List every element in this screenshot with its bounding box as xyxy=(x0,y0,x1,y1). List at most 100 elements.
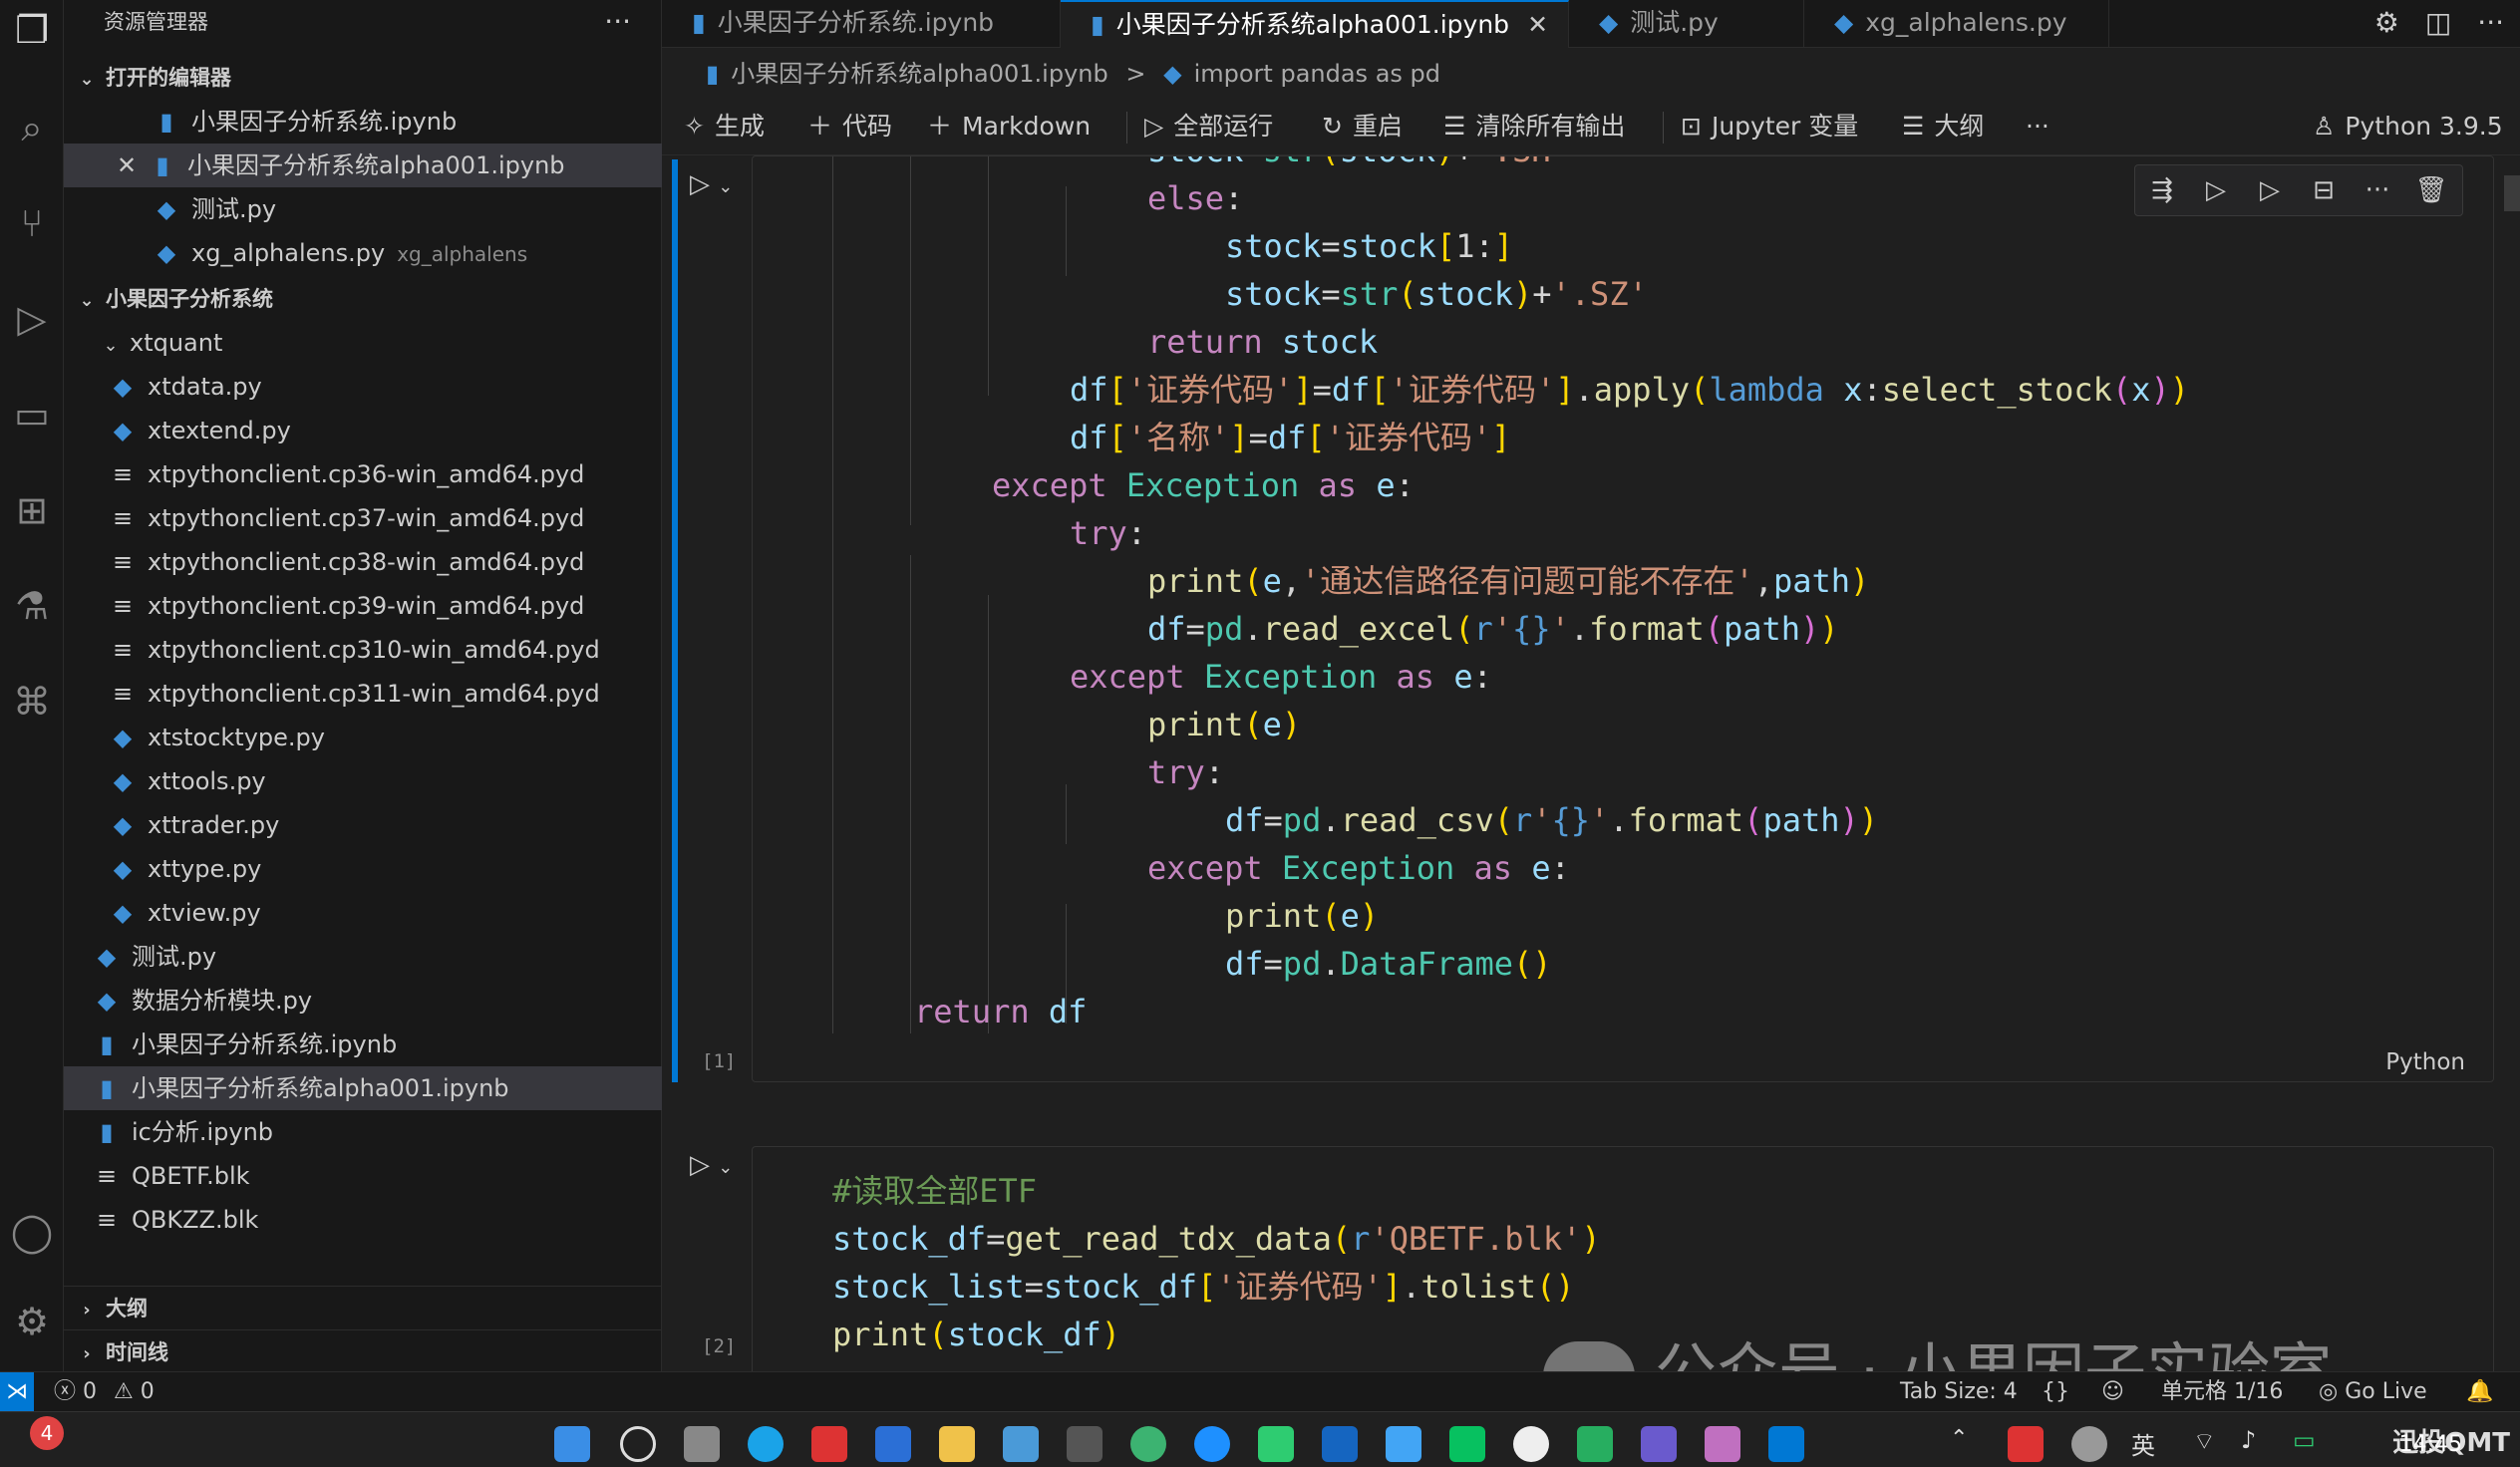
add-markdown-button[interactable]: ＋ Markdown xyxy=(927,100,1091,153)
cell-indicator[interactable]: 单元格 1/16 xyxy=(2161,1372,2283,1412)
breadcrumb-symbol[interactable]: import pandas as pd xyxy=(1194,60,1440,88)
tree-item[interactable]: ◆ xtview.py xyxy=(64,891,662,935)
store-icon[interactable] xyxy=(1003,1426,1039,1462)
search-icon[interactable]: ⌕ xyxy=(0,98,64,157)
tree-item[interactable]: ◆ xtextend.py xyxy=(64,409,662,452)
tab-notebook-alpha001[interactable]: ▮ 小果因子分析系统alpha001.ipynb ✕ xyxy=(1061,0,1569,48)
open-editors-section[interactable]: ⌄ 打开的编辑器 xyxy=(64,56,662,100)
battery-icon[interactable]: ▭ xyxy=(2293,1426,2329,1462)
jupyter-variables-button[interactable]: ⊡ Jupyter 变量 xyxy=(1681,100,1858,153)
open-editor-item-active[interactable]: ✕ ▮ 小果因子分析系统alpha001.ipynb xyxy=(64,144,662,187)
timeline-section[interactable]: › 时间线 xyxy=(64,1329,662,1373)
tab-notebook[interactable]: ▮ 小果因子分析系统.ipynb xyxy=(662,0,1061,48)
tree-item[interactable]: ≡ xtpythonclient.cp39-win_amd64.pyd xyxy=(64,584,662,628)
explorer-icon[interactable]: ❐ xyxy=(0,0,64,60)
remote-explorer-icon[interactable]: ▭ xyxy=(0,385,64,444)
project-section[interactable]: ⌄ 小果因子分析系统 xyxy=(64,277,662,321)
tray-app-icon[interactable] xyxy=(2071,1426,2107,1462)
kernel-picker[interactable]: ♙ Python 3.9.5 xyxy=(2313,100,2503,153)
split-editor-icon[interactable]: ◫ xyxy=(2425,6,2451,39)
edge-icon[interactable] xyxy=(748,1426,784,1462)
editor-scrollbar[interactable] xyxy=(2504,175,2520,211)
tree-item[interactable]: ◆ 数据分析模块.py xyxy=(64,979,662,1023)
ime-icon[interactable]: 英 xyxy=(2131,1426,2167,1462)
explorer-more-button[interactable]: ··· xyxy=(604,0,631,44)
app-icon[interactable] xyxy=(1705,1426,1740,1462)
tree-item[interactable]: ◆ xttrader.py xyxy=(64,803,662,847)
wechat-icon[interactable] xyxy=(1449,1426,1485,1462)
toolbar-more-button[interactable]: ··· xyxy=(2026,100,2049,153)
open-editor-item[interactable]: ◆ 测试.py xyxy=(64,187,662,231)
start-icon[interactable] xyxy=(554,1426,590,1462)
open-editor-item[interactable]: ◆ xg_alphalens.py xg_alphalens xyxy=(64,231,662,275)
tab-test-py[interactable]: ◆ 测试.py xyxy=(1569,0,1804,48)
settings-gear-icon[interactable]: ⚙ xyxy=(2374,6,2399,39)
app-icon[interactable] xyxy=(1322,1426,1358,1462)
app-icon[interactable] xyxy=(875,1426,911,1462)
tray-overflow-icon[interactable]: ⌃ xyxy=(1950,1426,1980,1462)
outline-section[interactable]: › 大纲 xyxy=(64,1286,662,1329)
generate-button[interactable]: ✧ 生成 xyxy=(684,100,765,153)
account-icon[interactable]: ◯ xyxy=(0,1202,64,1262)
run-by-line-icon[interactable]: ⇶ xyxy=(2135,165,2189,215)
close-icon[interactable]: ✕ xyxy=(1527,10,1548,39)
delete-cell-icon[interactable]: 🗑 xyxy=(2404,165,2458,215)
run-all-button[interactable]: ▷ 全部运行 xyxy=(1144,100,1273,153)
tree-item-selected[interactable]: ▮ 小果因子分析系统alpha001.ipynb xyxy=(64,1066,662,1110)
testing-icon[interactable]: ⚗ xyxy=(0,576,64,636)
notification-badge[interactable]: 4 xyxy=(30,1416,64,1450)
tree-item[interactable]: ◆ xtdata.py xyxy=(64,365,662,409)
app-icon[interactable] xyxy=(1641,1426,1677,1462)
vscode-icon[interactable] xyxy=(1768,1426,1804,1462)
more-actions-icon[interactable]: ··· xyxy=(2477,6,2504,39)
execute-below-icon[interactable]: ▷ xyxy=(2243,165,2297,215)
tab-size[interactable]: Tab Size: 4 xyxy=(1900,1372,2018,1412)
close-icon[interactable]: ✕ xyxy=(116,144,138,187)
tree-item[interactable]: ▮ 小果因子分析系统.ipynb xyxy=(64,1023,662,1066)
folder-xtquant[interactable]: ⌄ xtquant xyxy=(64,321,662,365)
python-icon[interactable]: ⌘ xyxy=(0,672,64,732)
source-control-icon[interactable]: ⑂ xyxy=(0,193,64,253)
run-debug-icon[interactable]: ▷ xyxy=(0,289,64,349)
edge-icon[interactable] xyxy=(1194,1426,1230,1462)
wifi-icon[interactable]: ⌔ xyxy=(2193,1426,2229,1462)
more-icon[interactable]: ··· xyxy=(2351,165,2404,215)
code-cell[interactable]: stock=str(stock)+'.SH' else: stock=stock… xyxy=(752,155,2494,1082)
tree-item[interactable]: ◆ xttype.py xyxy=(64,847,662,891)
copilot-icon[interactable]: ☺ xyxy=(2101,1372,2124,1412)
remote-indicator-icon[interactable]: ⋊ xyxy=(0,1372,34,1412)
app-icon[interactable] xyxy=(1577,1426,1613,1462)
breadcrumb-file[interactable]: 小果因子分析系统alpha001.ipynb xyxy=(731,60,1108,88)
notifications-bell-icon[interactable]: 🔔 xyxy=(2466,1372,2493,1412)
wps-icon[interactable] xyxy=(811,1426,847,1462)
tree-item[interactable]: ≡ xtpythonclient.cp37-win_amd64.pyd xyxy=(64,496,662,540)
tree-item[interactable]: ≡ xtpythonclient.cp38-win_amd64.pyd xyxy=(64,540,662,584)
tree-item[interactable]: ≡ QBKZZ.blk xyxy=(64,1198,662,1242)
app-icon[interactable] xyxy=(1258,1426,1294,1462)
browser-icon[interactable] xyxy=(1130,1426,1166,1462)
open-editor-item[interactable]: ▮ 小果因子分析系统.ipynb xyxy=(64,100,662,144)
tree-item[interactable]: ▮ ic分析.ipynb xyxy=(64,1110,662,1154)
tree-item[interactable]: ◆ xttools.py xyxy=(64,759,662,803)
tree-item[interactable]: ◆ 测试.py xyxy=(64,935,662,979)
tree-item[interactable]: ≡ xtpythonclient.cp311-win_amd64.pyd xyxy=(64,672,662,716)
tree-item[interactable]: ≡ xtpythonclient.cp36-win_amd64.pyd xyxy=(64,452,662,496)
app-icon[interactable] xyxy=(1386,1426,1421,1462)
volume-icon[interactable]: ♪ xyxy=(2241,1426,2277,1462)
cell-language[interactable]: Python xyxy=(2385,1049,2465,1075)
clock[interactable]: 14:45 xyxy=(2399,1432,2462,1457)
wps-tray-icon[interactable] xyxy=(2008,1426,2044,1462)
go-live-button[interactable]: ◎ Go Live xyxy=(2319,1372,2427,1412)
outline-button[interactable]: ☰ 大纲 xyxy=(1902,100,1984,153)
restart-button[interactable]: ↻ 重启 xyxy=(1322,100,1403,153)
execute-above-icon[interactable]: ▷ xyxy=(2189,165,2243,215)
tree-item[interactable]: ≡ QBETF.blk xyxy=(64,1154,662,1198)
search-icon[interactable] xyxy=(620,1426,656,1462)
file-explorer-icon[interactable] xyxy=(939,1426,975,1462)
clear-outputs-button[interactable]: ☰ 清除所有输出 xyxy=(1443,100,1625,153)
app-icon[interactable] xyxy=(1067,1426,1102,1462)
tree-item[interactable]: ≡ xtpythonclient.cp310-win_amd64.pyd xyxy=(64,628,662,672)
run-cell-button[interactable]: ▷ ⌄ xyxy=(690,1150,733,1180)
run-cell-button[interactable]: ▷ ⌄ xyxy=(690,169,733,199)
language-braces[interactable]: {} xyxy=(2042,1372,2069,1412)
